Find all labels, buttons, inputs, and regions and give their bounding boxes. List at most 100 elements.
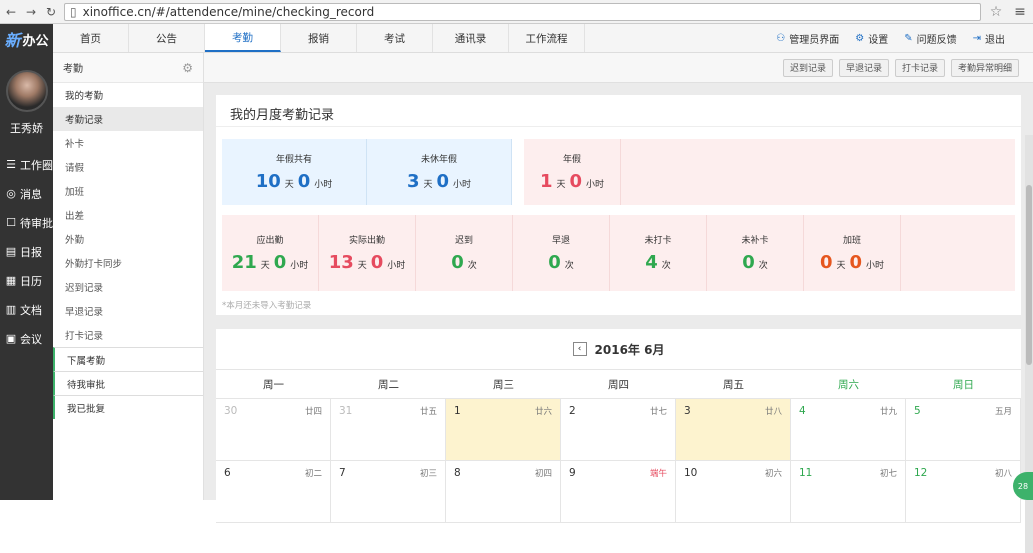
sidebar-group-item[interactable]: 我已批复 [53,395,203,419]
calendar-day[interactable]: 8 初四 [446,461,561,523]
lunar-date: 初四 [534,469,552,479]
left-nav-item[interactable]: ▤ 日报 [0,237,53,266]
unit: 次 [564,261,574,271]
toolbar-button[interactable]: 迟到记录 [782,58,833,77]
stat-cell: 年假共有 10 天 0 小时 [222,139,367,205]
page-icon: ▯ [70,4,77,19]
tab-1[interactable]: 公告 [129,24,205,52]
calendar-day[interactable]: 4 廿九 [791,399,906,461]
bookmark-star-icon[interactable]: ☆ [987,4,1005,20]
sidebar-item[interactable]: 早退记录 [53,299,203,323]
stat-value: 4 [645,252,658,273]
left-nav-item[interactable]: ◎ 消息 [0,179,53,208]
stat-value: 0 [819,252,833,273]
stat-value: 21 [231,252,257,273]
left-nav-item[interactable]: ☐ 待审批 [0,208,53,237]
calendar-day[interactable]: 1 廿六 [446,399,561,461]
weekday-label: 周二 [378,378,399,391]
gear-icon[interactable]: ⚙ [182,61,193,75]
sidebar-item[interactable]: 外勤 [53,227,203,251]
top-action[interactable]: ⚙ 设置 [855,31,888,46]
tab-5[interactable]: 通讯录 [433,24,509,52]
day-number: 4 [799,405,806,417]
lunar-date: 廿八 [764,407,782,417]
stat-value: 0 [436,171,450,192]
sidebar-item[interactable]: 补卡 [53,131,203,155]
tab-4[interactable]: 考试 [357,24,433,52]
top-action[interactable]: ⇥ 退出 [973,31,1005,46]
lunar-date: 廿七 [649,407,667,417]
stat-value-group: 3 天 0 小时 [407,171,471,192]
tab-6[interactable]: 工作流程 [509,24,585,52]
chevron-left-icon[interactable]: ‹ [572,342,587,356]
left-nav-label: 日报 [20,245,42,259]
left-rail: 新办公 王秀娇 ☰ 工作圈 ◎ 消息 ☐ 待审批 ▤ 日报 ▦ 日历 ▥ 文档 ▣ 会议 [0,24,53,500]
main-content: 迟到记录 早退记录 打卡记录 考勤异常明细 我的月度考勤记录 年假共有 10 天 0 小时 未休… [204,53,1033,553]
tab-2[interactable]: 考勤 [205,24,281,52]
day-number: 12 [914,467,928,479]
lunar-date: 五月 [994,407,1012,417]
calendar-day[interactable]: 7 初三 [331,461,446,523]
nav-icon: ▤ [5,245,17,258]
calendar-day[interactable]: 9 端午 [561,461,676,523]
stat-cell: 未补卡 0 次 [707,215,804,291]
sidebar-group-item[interactable]: 下属考勤 [53,347,203,371]
calendar-day[interactable]: 2 廿七 [561,399,676,461]
calendar-day[interactable]: 10 初六 [676,461,791,523]
sidebar-item[interactable]: 我的考勤 [53,83,203,107]
calendar-day[interactable]: 6 初二 [216,461,331,523]
scrollbar-thumb[interactable] [1026,185,1032,365]
top-nav: 首页 公告 考勤 报销 考试 通讯录 工作流程 ⚇ 管理员界面 ⚙ 设置 ✎ 问题反馈 ⇥ 退出 [53,24,1033,53]
sidebar-item[interactable]: 打卡记录 [53,323,203,347]
stat-cell: 未休年假 3 天 0 小时 [367,139,512,205]
browser-menu-icon[interactable]: ≡ [1011,4,1029,20]
browser-bar: ← → ↻ ▯ xinoffice.cn/#/attendence/mine/c… [0,0,1033,24]
lunar-date: 初七 [879,469,897,479]
day-number: 10 [684,467,698,479]
reload-icon[interactable]: ↻ [44,5,58,19]
address-bar[interactable]: ▯ xinoffice.cn/#/attendence/mine/checkin… [64,2,981,21]
avatar[interactable] [5,70,48,112]
tab-3[interactable]: 报销 [281,24,357,52]
calendar-day[interactable]: 12 初八 [906,461,1021,523]
annual-leave-used-box: 年假 1 天 0 小时 [524,139,1015,205]
left-nav-item[interactable]: ▦ 日历 [0,266,53,295]
stat-label: 迟到 [454,236,473,246]
sidebar-item[interactable]: 请假 [53,155,203,179]
sidebar-group-item[interactable]: 待我审批 [53,371,203,395]
stat-value: 0 [742,252,755,273]
stat-cell: 早退 0 次 [513,215,610,291]
forward-icon[interactable]: → [24,5,38,19]
left-nav-item[interactable]: ☰ 工作圈 [0,150,53,179]
calendar-day[interactable]: 3 廿八 [676,399,791,461]
back-icon[interactable]: ← [4,5,18,19]
sidebar-item[interactable]: 加班 [53,179,203,203]
toolbar-button[interactable]: 考勤异常明细 [950,58,1019,77]
notification-badge[interactable]: 28 [1013,472,1033,500]
nav-icon: ▣ [5,332,17,345]
stat-cell: 应出勤 21 天 0 小时 [222,215,319,291]
top-action[interactable]: ✎ 问题反馈 [904,31,956,46]
calendar-day[interactable]: 31 廿五 [331,399,446,461]
calendar-day[interactable]: 11 初七 [791,461,906,523]
sidebar-item[interactable]: 外勤打卡同步 [53,251,203,275]
toolbar-button[interactable]: 打卡记录 [894,58,945,77]
left-nav: ☰ 工作圈 ◎ 消息 ☐ 待审批 ▤ 日报 ▦ 日历 ▥ 文档 ▣ 会议 [0,150,53,353]
top-action[interactable]: ⚇ 管理员界面 [776,31,839,46]
action-label: 退出 [985,34,1005,46]
sidebar-item[interactable]: 出差 [53,203,203,227]
sidebar-item[interactable]: 迟到记录 [53,275,203,299]
calendar-day[interactable]: 5 五月 [906,399,1021,461]
lunar-date: 端午 [649,469,667,479]
nav-icon: ◎ [6,187,16,200]
url-text[interactable]: xinoffice.cn/#/attendence/mine/checking_… [83,5,375,19]
lunar-date: 初八 [994,469,1012,479]
app-logo[interactable]: 新办公 [0,24,53,54]
left-nav-item[interactable]: ▣ 会议 [0,324,53,353]
sidebar-item[interactable]: 考勤记录 [53,107,203,131]
left-nav-item[interactable]: ▥ 文档 [0,295,53,324]
toolbar-button[interactable]: 早退记录 [838,58,889,77]
attendance-stats: 应出勤 21 天 0 小时 实际出勤 13 天 0 小时 迟到 0 次早退 0 次未打卡 4 次未补卡 0 次加班 0… [222,215,1015,291]
tab-0[interactable]: 首页 [53,24,129,52]
calendar-day[interactable]: 30 廿四 [216,399,331,461]
